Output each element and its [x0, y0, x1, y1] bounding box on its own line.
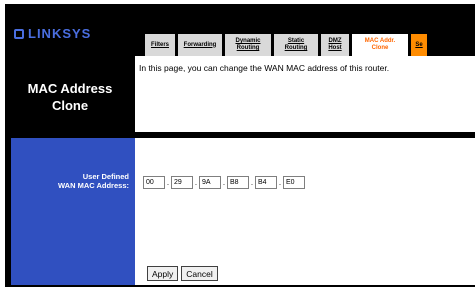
mac-label-line2: WAN MAC Address:	[58, 181, 129, 190]
form-label-sidebar: User Defined WAN MAC Address:	[11, 138, 135, 285]
linksys-logo-icon	[14, 28, 24, 39]
mac-octet-5-input[interactable]	[255, 176, 277, 189]
router-admin-window: LINKSYS Filters Forwarding Dynamic Routi…	[5, 4, 475, 287]
logo-text: LINKSYS	[28, 26, 92, 41]
tab-bar: Filters Forwarding Dynamic Routing Stati…	[137, 30, 475, 56]
tab-filters[interactable]: Filters	[145, 34, 175, 56]
form-buttons: Apply Cancel	[147, 266, 218, 281]
tab-dmz-host[interactable]: DMZ Host	[321, 34, 349, 56]
cancel-button[interactable]: Cancel	[181, 266, 218, 281]
page-title: MAC Address Clone	[5, 80, 135, 114]
mac-octet-6-input[interactable]	[283, 176, 305, 189]
page-description: In this page, you can change the WAN MAC…	[139, 63, 390, 73]
tab-forwarding[interactable]: Forwarding	[178, 34, 222, 56]
page-title-line1: MAC Address	[27, 81, 113, 96]
page-title-panel: MAC Address Clone	[5, 56, 135, 136]
tab-mac-addr-clone[interactable]: MAC Addr. Clone	[352, 34, 408, 56]
form-content: . . . . . Apply Cancel	[135, 138, 475, 285]
description-panel: In this page, you can change the WAN MAC…	[135, 56, 475, 132]
mac-label-line1: User Defined	[82, 172, 129, 181]
mac-address-fields: . . . . .	[143, 176, 305, 189]
page-title-line2: Clone	[51, 98, 89, 113]
mac-octet-1-input[interactable]	[143, 176, 165, 189]
mac-address-label: User Defined WAN MAC Address:	[58, 172, 129, 190]
linksys-logo: LINKSYS	[14, 26, 91, 41]
mac-octet-2-input[interactable]	[171, 176, 193, 189]
mac-octet-3-input[interactable]	[199, 176, 221, 189]
tab-dynamic-routing[interactable]: Dynamic Routing	[225, 34, 271, 56]
mac-octet-4-input[interactable]	[227, 176, 249, 189]
tab-setup[interactable]: Se	[411, 34, 427, 56]
apply-button[interactable]: Apply	[147, 266, 179, 281]
tab-static-routing[interactable]: Static Routing	[274, 34, 318, 56]
